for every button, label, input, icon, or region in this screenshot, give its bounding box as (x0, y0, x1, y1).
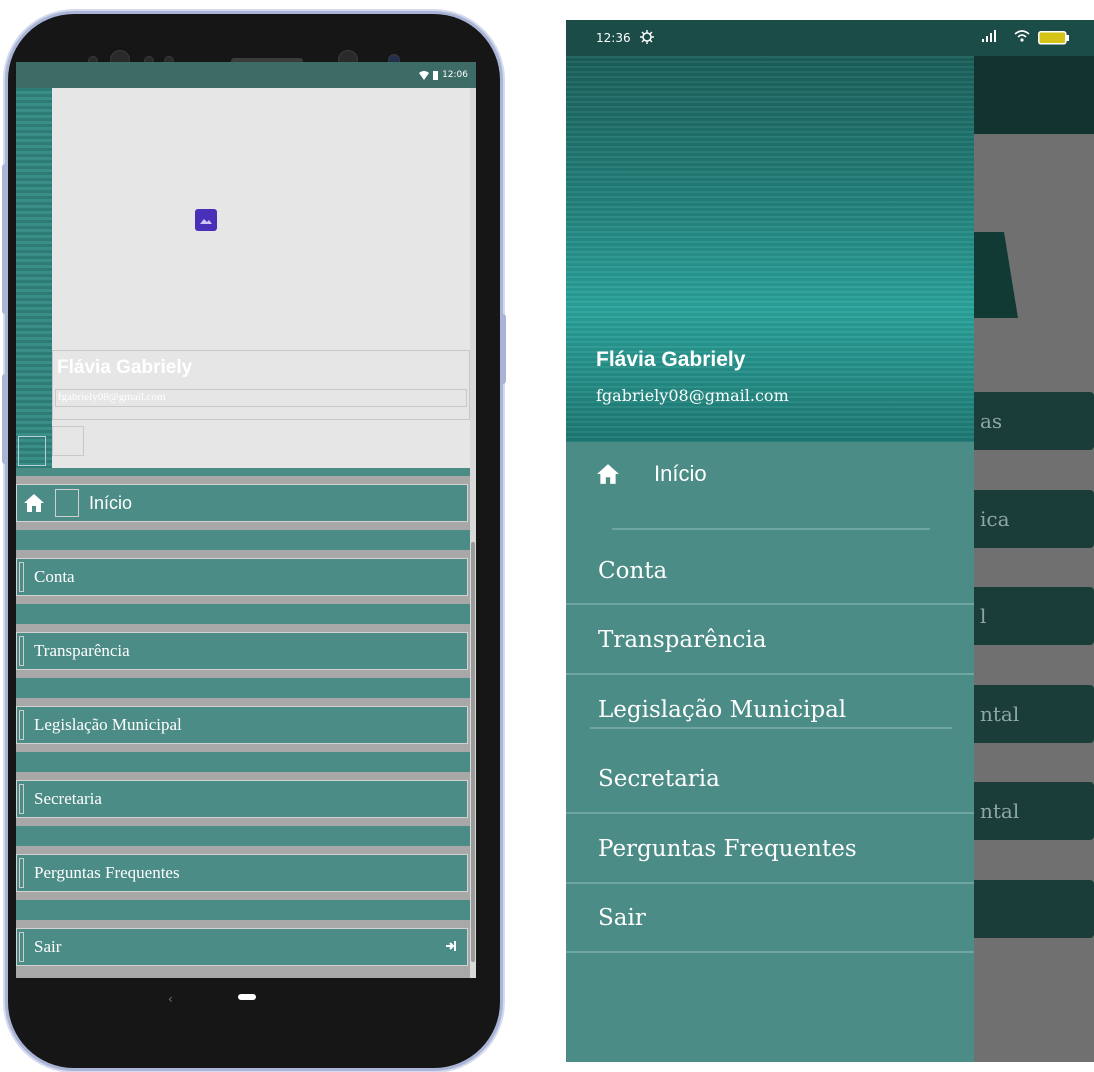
drawer-item-inicio[interactable]: Início (596, 461, 707, 487)
menu-label: Legislação Municipal (34, 715, 182, 734)
menu-label: Conta (34, 567, 75, 586)
preview-menu-item-legislacao[interactable]: Legislação Municipal (16, 706, 468, 744)
menu-separator (16, 678, 470, 698)
preview-menu-item-sair[interactable]: Sair (16, 928, 468, 966)
item-marker (19, 562, 24, 592)
drawer-user-email: fgabriely08@gmail.com (596, 386, 789, 405)
drawer-item-label: Início (654, 461, 707, 486)
drawer-item-secretaria[interactable]: Secretaria (598, 766, 720, 792)
battery-icon (1038, 31, 1070, 45)
menu-label: Perguntas Frequentes (34, 863, 180, 882)
preview-menu-item-secretaria[interactable]: Secretaria (16, 780, 468, 818)
menu-label: Secretaria (34, 789, 102, 808)
preview-user-info: Flávia Gabriely fgabriely08@gmail.com (52, 350, 470, 420)
preview-menu-item-inicio[interactable]: Início (16, 484, 468, 522)
drawer-item-perguntas[interactable]: Perguntas Frequentes (598, 836, 857, 862)
drawer-header: Flávia Gabriely fgabriely08@gmail.com (566, 56, 974, 442)
divider (590, 727, 952, 729)
preview-status-time: 12:06 (442, 70, 468, 80)
menu-separator (16, 530, 470, 550)
bg-button-label: ntal (980, 702, 1020, 726)
divider (566, 603, 974, 605)
divider (566, 812, 974, 814)
logo-shape (974, 232, 1018, 318)
battery-icon (433, 71, 439, 80)
preview-menu: Início Conta Transparência Legislação Mu… (16, 468, 470, 978)
bg-button-label: ica (980, 507, 1010, 531)
menu-separator (16, 604, 470, 624)
home-icon (597, 464, 619, 484)
app-status-time: 12:36 (596, 31, 631, 45)
item-marker (19, 858, 24, 888)
menu-separator (16, 900, 470, 920)
back-icon[interactable]: ‹ (168, 992, 173, 1006)
bg-button-2[interactable]: ica (974, 490, 1094, 548)
settings-gear-icon (640, 30, 654, 44)
drawer-item-label: Perguntas Frequentes (598, 836, 857, 862)
placeholder-box (52, 426, 84, 456)
menu-label: Início (89, 492, 133, 513)
drawer-user-name: Flávia Gabriely (596, 348, 746, 371)
preview-menu-item-transparencia[interactable]: Transparência (16, 632, 468, 670)
drawer-item-label: Transparência (598, 627, 767, 653)
placeholder-box (55, 489, 79, 517)
bg-button-3[interactable]: l (974, 587, 1094, 645)
wifi-icon (419, 70, 430, 80)
bg-button-label: ntal (980, 799, 1020, 823)
bixby-button (2, 374, 8, 464)
bg-button-1[interactable]: as (974, 392, 1094, 450)
bg-button-4[interactable]: ntal (974, 685, 1094, 743)
volume-button (2, 164, 8, 314)
menu-separator (16, 826, 470, 846)
bg-button-label: l (980, 604, 987, 628)
drawer-item-label: Secretaria (598, 766, 720, 792)
app-status-bar: 12:36 (566, 20, 1094, 56)
preview-scrollbar[interactable] (471, 542, 475, 962)
drawer-item-label: Legislação Municipal (598, 697, 847, 723)
drawer-item-legislacao[interactable]: Legislação Municipal (598, 697, 846, 723)
signal-icon (982, 30, 996, 42)
preview-screen: 12:06 Flávia Gabriely fgabriely08@gmail.… (16, 62, 476, 978)
preview-navigation-bar: ‹ (16, 978, 476, 1018)
item-marker (19, 932, 24, 962)
menu-separator (16, 752, 470, 772)
home-pill-icon[interactable] (238, 994, 256, 1000)
preview-user-name: Flávia Gabriely (57, 357, 193, 378)
menu-separator (16, 468, 470, 476)
preview-menu-item-perguntas[interactable]: Perguntas Frequentes (16, 854, 468, 892)
drawer-item-transparencia[interactable]: Transparência (598, 627, 766, 653)
app-screenshot: as ica l ntal ntal 12:36 Flávia Gabriely… (566, 20, 1094, 1062)
image-placeholder-icon (195, 209, 217, 231)
divider (612, 528, 930, 530)
preview-background-strip (16, 88, 52, 468)
divider (566, 882, 974, 884)
preview-status-bar: 12:06 (16, 62, 476, 88)
drawer-item-label: Sair (598, 905, 646, 931)
app-toolbar (974, 56, 1094, 134)
drawer-item-conta[interactable]: Conta (598, 558, 667, 584)
menu-label: Transparência (34, 641, 130, 660)
preview-user-email: fgabriely08@gmail.com (55, 389, 467, 407)
exit-icon (446, 941, 456, 951)
bg-button-label: as (980, 409, 1003, 433)
wifi-icon (1014, 30, 1030, 42)
home-icon (24, 494, 44, 512)
divider (566, 673, 974, 675)
divider (566, 951, 974, 953)
preview-menu-item-conta[interactable]: Conta (16, 558, 468, 596)
bg-button-5[interactable]: ntal (974, 782, 1094, 840)
item-marker (19, 710, 24, 740)
drawer-item-label: Conta (598, 558, 668, 584)
placeholder-box (18, 436, 46, 466)
drawer-item-sair[interactable]: Sair (598, 905, 646, 931)
preview-nav-header: Flávia Gabriely fgabriely08@gmail.com (52, 88, 470, 468)
item-marker (19, 636, 24, 666)
navigation-drawer: Flávia Gabriely fgabriely08@gmail.com In… (566, 56, 974, 1062)
bg-button-6[interactable] (974, 880, 1094, 938)
power-button (500, 314, 506, 384)
menu-label: Sair (34, 937, 62, 956)
item-marker (19, 784, 24, 814)
